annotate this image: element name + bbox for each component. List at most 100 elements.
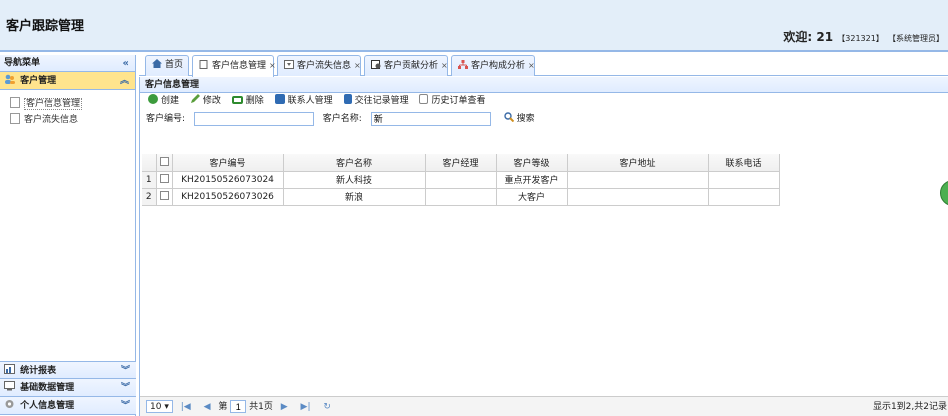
cell-address (567, 171, 709, 189)
history-orders-button[interactable]: 历史订单查看 (419, 93, 485, 110)
column-header[interactable]: 联系电话 (708, 154, 780, 172)
column-header[interactable]: 客户地址 (567, 154, 709, 172)
tree-item-customer-info[interactable]: 客户信息管理 (0, 97, 135, 113)
button-label: 搜索 (516, 114, 535, 124)
page-size-value: 10 (150, 402, 162, 412)
tab-close-icon[interactable]: × (269, 61, 276, 70)
row-number: 2 (142, 188, 157, 206)
cell-code: KH20150526073026 (172, 188, 284, 206)
contacts-button[interactable]: 联系人管理 (274, 93, 333, 110)
grid-toolbar: 创建 修改 删除 联系人管理 交往记录管理 历史订单查看 (140, 93, 948, 110)
select-all-checkbox[interactable] (156, 154, 173, 172)
tab-bar: 首页 客户信息管理 × 客户流失信息 × 客户贡献分析 × 客户构成分析 × (139, 55, 948, 77)
button-label: 删除 (245, 96, 264, 106)
tab-home[interactable]: 首页 (145, 55, 189, 76)
customer-tree: 客户信息管理 客户流失信息 (0, 90, 135, 129)
page-size-select[interactable]: 10 ▾ (146, 400, 173, 413)
accordion-personal-info[interactable]: 个人信息管理 ︾ (0, 397, 136, 415)
tab-close-icon[interactable]: × (354, 61, 361, 70)
cell-address (567, 188, 709, 206)
row-checkbox[interactable] (156, 171, 173, 189)
button-label: 创建 (161, 96, 180, 106)
column-header[interactable]: 客户名称 (283, 154, 426, 172)
customer-name-input[interactable] (370, 111, 491, 126)
sidebar-header: 导航菜单 « (0, 55, 135, 72)
accordion-customer-management[interactable]: 客户管理 ︽ (0, 72, 135, 90)
record-icon (343, 94, 352, 104)
chevron-down-icon[interactable]: ︾ (121, 362, 130, 380)
page-label: 第 (218, 402, 228, 412)
tab-close-icon[interactable]: × (528, 61, 535, 70)
checkbox[interactable] (159, 156, 169, 166)
delete-icon (231, 96, 243, 104)
tab-customer-info[interactable]: 客户信息管理 × (192, 55, 276, 77)
table-row[interactable]: 1 KH20150526073024 新人科技 重点开发客户 (142, 171, 780, 189)
accordion-label: 个人信息管理 (20, 401, 75, 411)
code-label: 客户编号: (146, 114, 186, 124)
document-icon (10, 113, 20, 124)
welcome-text: 欢迎: 21 【321321】 【系统管理员】 (783, 28, 944, 45)
refresh-icon[interactable]: ↻ (323, 402, 331, 412)
table-row[interactable]: 2 KH20150526073026 新浪 大客户 (142, 188, 780, 206)
customer-grid: 客户编号 客户名称 客户经理 客户等级 客户地址 联系电话 1 KH201505… (142, 154, 780, 206)
edit-button[interactable]: 修改 (190, 93, 221, 110)
add-icon (148, 94, 158, 104)
customer-group-icon (4, 73, 15, 84)
cell-manager (425, 188, 497, 206)
accordion-label: 统计报表 (20, 366, 57, 376)
first-page-icon[interactable]: |◀ (181, 402, 191, 412)
records-button[interactable]: 交往记录管理 (343, 93, 409, 110)
collapse-icon[interactable]: « (123, 55, 129, 72)
prev-page-icon[interactable]: ◀ (204, 402, 211, 412)
row-checkbox[interactable] (156, 188, 173, 206)
create-button[interactable]: 创建 (148, 93, 179, 110)
checkbox[interactable] (159, 174, 169, 183)
tree-item-label: 客户流失信息 (24, 115, 79, 125)
cell-level: 大客户 (496, 188, 568, 206)
cell-name: 新人科技 (283, 171, 426, 189)
pagination-bar: 10 ▾ |◀ ◀ 第 共1页 ▶ ▶| ↻ 显示1到2,共2记录 (140, 396, 948, 416)
accordion-label: 客户管理 (20, 76, 57, 86)
chevron-up-icon[interactable]: ︽ (120, 72, 129, 90)
cell-name: 新浪 (283, 188, 426, 206)
page-number-input[interactable] (230, 400, 247, 413)
search-button[interactable]: 搜索 (503, 110, 535, 128)
tab-customer-loss[interactable]: 客户流失信息 × (277, 55, 361, 76)
next-page-icon[interactable]: ▶ (281, 402, 288, 412)
tab-customer-contribution[interactable]: 客户贡献分析 × (364, 55, 448, 76)
tab-label: 客户贡献分析 (384, 61, 439, 71)
delete-button[interactable]: 删除 (231, 93, 264, 110)
search-bar: 客户编号: 客户名称: 搜索 (140, 110, 948, 128)
org-chart-icon (458, 58, 468, 69)
checkbox[interactable] (159, 191, 169, 200)
column-header[interactable]: 客户等级 (496, 154, 568, 172)
chevron-down-icon[interactable]: ︾ (121, 379, 130, 397)
document-icon (199, 58, 209, 69)
column-header[interactable]: 客户经理 (425, 154, 497, 172)
cell-phone (708, 188, 780, 206)
accordion-bottom: 统计报表 ︾ 基础数据管理 ︾ 个人信息管理 ︾ (0, 361, 136, 415)
accordion-label: 基础数据管理 (20, 383, 75, 393)
row-number: 1 (142, 171, 157, 189)
tab-label: 客户流失信息 (297, 61, 352, 71)
accordion-statistics[interactable]: 统计报表 ︾ (0, 361, 136, 379)
column-header[interactable]: 客户编号 (172, 154, 284, 172)
tab-label: 客户构成分析 (471, 61, 526, 71)
accordion-basic-data[interactable]: 基础数据管理 ︾ (0, 379, 136, 397)
customer-code-input[interactable] (193, 111, 314, 126)
home-icon (152, 57, 162, 68)
sidebar: 导航菜单 « 客户管理 ︽ 客户信息管理 客户流失信息 统计报表 ︾ 基础数据管… (0, 55, 136, 416)
chevron-down-icon[interactable]: ︾ (121, 397, 130, 415)
tab-customer-composition[interactable]: 客户构成分析 × (451, 55, 535, 76)
user-role: 【系统管理员】 (888, 34, 944, 43)
tab-close-icon[interactable]: × (441, 61, 448, 70)
monitor-icon (4, 380, 15, 391)
report-icon (371, 58, 381, 69)
edit-icon (190, 94, 200, 104)
total-pages: 共1页 (249, 402, 273, 412)
last-page-icon[interactable]: ▶| (301, 402, 311, 412)
user-id: 21 (816, 30, 834, 44)
tree-item-customer-loss[interactable]: 客户流失信息 (0, 113, 135, 129)
chart-icon (4, 363, 15, 374)
sidebar-title: 导航菜单 (4, 58, 41, 68)
